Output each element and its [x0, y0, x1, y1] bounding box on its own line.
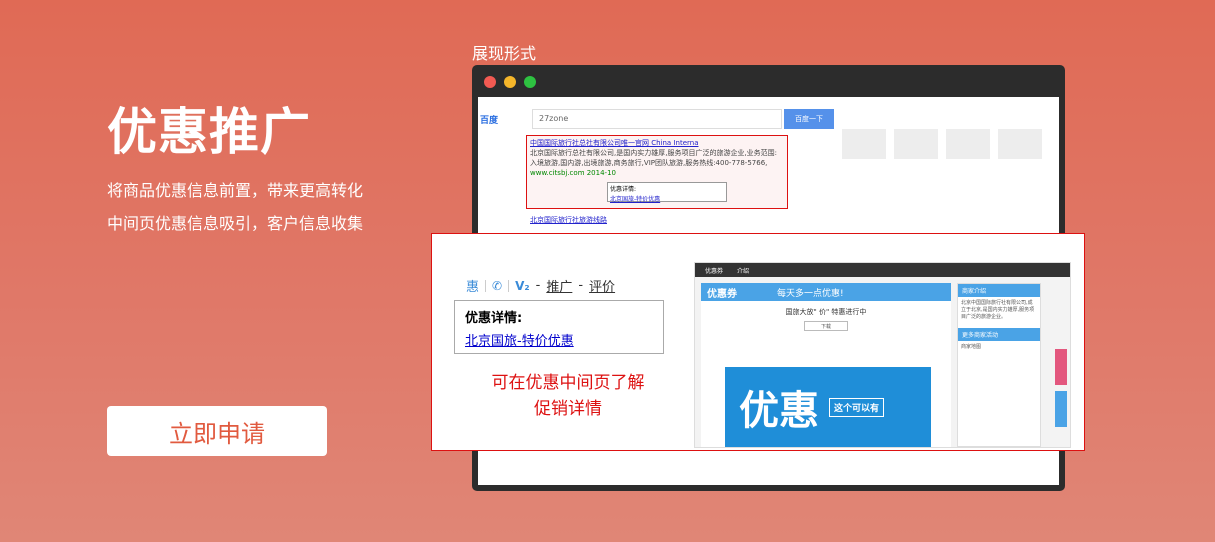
detail-link[interactable]: 北京国旅-特价优惠 — [465, 330, 653, 349]
search-result: 中国国际旅行社总社有限公司唯一官网 China Interna 北京国际旅行总社… — [526, 135, 788, 209]
maximize-dot-icon — [524, 76, 536, 88]
mini-rail-pink[interactable] — [1055, 349, 1067, 385]
tab-separator: - — [578, 278, 584, 293]
popup-title: 优惠详情: — [610, 186, 637, 193]
detail-title: 优惠详情: — [465, 311, 523, 326]
popup-link[interactable]: 北京国旅-特价优惠 — [610, 195, 724, 205]
second-result-title[interactable]: 北京国际旅行社旅游线路 — [530, 215, 607, 225]
apply-button[interactable]: 立即申请 — [107, 406, 327, 456]
tab-separator: - — [535, 278, 541, 293]
hero-line-1: 将商品优惠信息前置，带来更高转化 — [107, 181, 364, 200]
mini-head-title: 优惠券 — [707, 288, 737, 300]
banner-tag: 这个可以有 — [829, 397, 885, 417]
mini-nav-2[interactable]: 介绍 — [737, 266, 749, 275]
display-label: 展现形式 — [472, 44, 537, 63]
minimize-dot-icon — [504, 76, 516, 88]
popout-panel: 惠 ✆ V₂ - 推广 - 评价 优惠详情: 北京国旅-特价优惠 可在优惠中间页… — [431, 233, 1085, 451]
mini-download-button[interactable]: 下载 — [804, 321, 848, 331]
result-title[interactable]: 中国国际旅行社总社有限公司唯一官网 China Interna — [530, 138, 784, 148]
v2-icon[interactable]: V₂ — [515, 279, 530, 293]
landing-page-preview: 优惠券 介绍 优惠券 每天多一点优惠! 国旅大放" 价" 特惠进行中 下载 优惠… — [694, 262, 1071, 448]
result-url: www.citsbj.com 2014-10 — [530, 169, 616, 177]
close-dot-icon — [484, 76, 496, 88]
tab-promote[interactable]: 推广 — [546, 276, 572, 295]
mini-side-text: 北京中国国际旅行社有限公司,成立于北京,是国内实力雄厚,服务项目广泛的旅游企业。 — [961, 300, 1035, 320]
mini-banner: 优惠 这个可以有 — [725, 367, 931, 447]
search-input[interactable]: 27zone — [532, 109, 782, 129]
mini-body: 国旅大放" 价" 特惠进行中 下载 优惠 这个可以有 — [701, 301, 951, 447]
phone-icon[interactable]: ✆ — [492, 279, 502, 293]
mini-sidebar: 商家介绍 北京中国国际旅行社有限公司,成立于北京,是国内实力雄厚,服务项目广泛的… — [957, 283, 1041, 447]
caption: 可在优惠中间页了解 促销详情 — [458, 370, 678, 422]
mini-head-slogan: 每天多一点优惠! — [777, 288, 844, 299]
divider — [508, 279, 510, 292]
tab-hui[interactable]: 惠 — [466, 276, 479, 295]
caption-line-2: 促销详情 — [534, 399, 602, 419]
tab-review[interactable]: 评价 — [589, 276, 615, 295]
search-button[interactable]: 百度一下 — [784, 109, 834, 129]
divider — [485, 279, 487, 292]
detail-box: 优惠详情: 北京国旅-特价优惠 — [454, 300, 664, 354]
mini-side-map: 商家地图 — [961, 344, 982, 350]
promo-tabbar: 惠 ✆ V₂ - 推广 - 评价 — [466, 276, 615, 295]
side-ads — [838, 125, 1048, 225]
hero-line-2: 中间页优惠信息吸引，客户信息收集 — [107, 214, 364, 233]
result-popup: 优惠详情: 北京国旅-特价优惠 — [607, 182, 727, 205]
mini-intro: 国旅大放" 价" 特惠进行中 — [785, 308, 867, 316]
result-snippet: 北京国际旅行总社有限公司,是国内实力雄厚,服务项目广泛的旅游企业,业务范围:入境… — [530, 149, 778, 167]
mini-topbar: 优惠券 介绍 — [695, 263, 1070, 277]
mini-nav-1[interactable]: 优惠券 — [705, 266, 723, 275]
mini-side-more[interactable]: 更多商家活动 — [958, 328, 1040, 341]
mini-rail-blue[interactable] — [1055, 391, 1067, 427]
mini-side-header: 商家介绍 — [958, 284, 1040, 297]
search-logo: 百度 — [480, 116, 499, 126]
mini-header: 优惠券 每天多一点优惠! — [701, 283, 951, 301]
banner-text: 优惠 — [739, 388, 819, 434]
caption-line-1: 可在优惠中间页了解 — [491, 373, 645, 393]
hero-title: 优惠推广 — [107, 103, 311, 161]
